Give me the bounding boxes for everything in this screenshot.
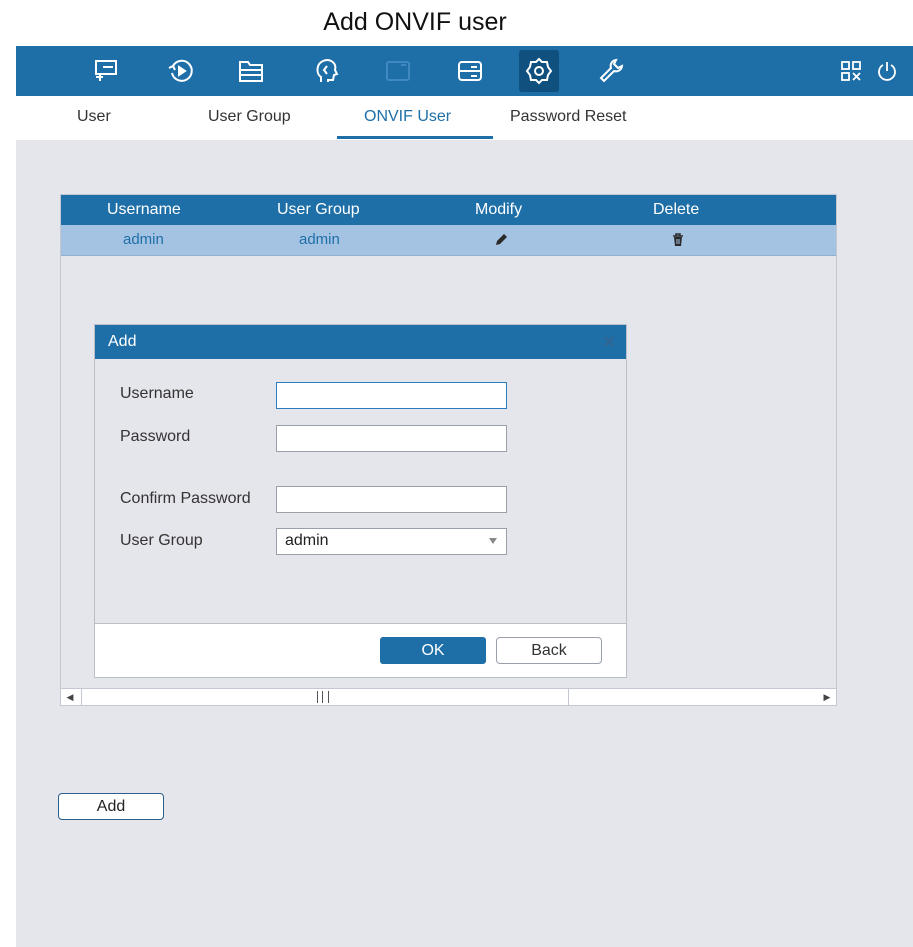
- user-group-label: User Group: [120, 532, 203, 549]
- camera-icon[interactable]: [378, 51, 418, 91]
- column-header-modify: Modify: [475, 201, 523, 218]
- password-label: Password: [120, 428, 191, 445]
- table-row[interactable]: admin admin: [61, 225, 836, 256]
- column-header-user-group: User Group: [277, 201, 360, 218]
- page-title: Add ONVIF user: [323, 8, 507, 36]
- settings-icon[interactable]: [519, 50, 559, 92]
- dialog-footer: OK Back: [95, 623, 626, 677]
- username-field[interactable]: [276, 382, 507, 409]
- confirm-password-field[interactable]: [276, 486, 507, 513]
- file-icon[interactable]: [231, 51, 271, 91]
- pencil-icon[interactable]: [493, 232, 509, 248]
- trash-icon[interactable]: [670, 232, 686, 248]
- close-icon[interactable]: ✕: [600, 333, 618, 351]
- add-user-dialog: Add ✕ Username Password Confirm Password…: [94, 324, 627, 678]
- storage-icon[interactable]: [450, 51, 490, 91]
- tab-bar: User User Group ONVIF User Password Rese…: [16, 96, 913, 140]
- active-tab-indicator: [337, 136, 493, 139]
- password-field[interactable]: [276, 425, 507, 452]
- monitor-icon[interactable]: [86, 51, 126, 91]
- top-toolbar: [16, 46, 913, 96]
- cell-user-group: admin: [299, 231, 340, 248]
- scrollbar-grip-icon: [317, 691, 329, 703]
- add-user-button[interactable]: Add: [58, 793, 164, 820]
- scroll-right-icon[interactable]: ▶: [818, 689, 836, 705]
- power-icon[interactable]: [874, 58, 900, 84]
- dialog-header: Add ✕: [95, 325, 626, 359]
- tab-password-reset[interactable]: Password Reset: [510, 108, 627, 126]
- cell-username: admin: [123, 231, 164, 248]
- qr-code-icon[interactable]: [838, 58, 864, 84]
- table-header: Username User Group Modify Delete: [61, 195, 836, 225]
- chevron-down-icon: [489, 538, 497, 544]
- user-group-value: admin: [285, 532, 329, 549]
- horizontal-scrollbar[interactable]: ◀ ▶: [60, 688, 837, 706]
- column-header-username: Username: [107, 201, 181, 218]
- scrollbar-thumb[interactable]: [81, 689, 569, 705]
- dialog-title: Add: [108, 333, 137, 350]
- back-button[interactable]: Back: [496, 637, 602, 664]
- scroll-left-icon[interactable]: ◀: [61, 689, 79, 705]
- confirm-password-label: Confirm Password: [120, 490, 251, 507]
- user-group-select[interactable]: admin: [276, 528, 507, 555]
- playback-icon[interactable]: [161, 51, 201, 91]
- ok-button[interactable]: OK: [380, 637, 486, 664]
- ai-head-icon[interactable]: [306, 51, 346, 91]
- column-header-delete: Delete: [653, 201, 700, 218]
- maintenance-icon[interactable]: [591, 51, 631, 91]
- tab-onvif-user[interactable]: ONVIF User: [364, 108, 451, 126]
- username-label: Username: [120, 385, 194, 402]
- tab-user[interactable]: User: [77, 108, 111, 126]
- tab-user-group[interactable]: User Group: [208, 108, 291, 126]
